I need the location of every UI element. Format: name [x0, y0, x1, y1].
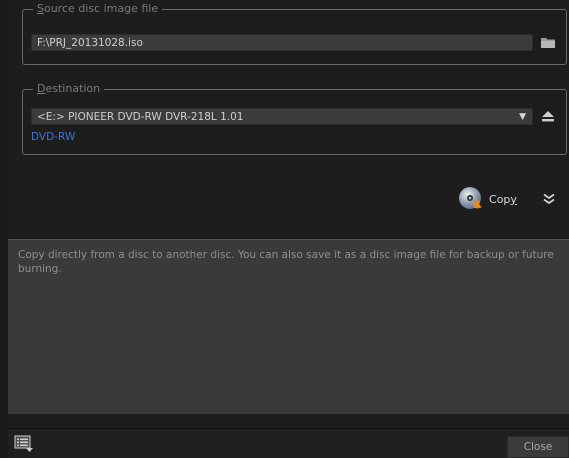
close-button[interactable]: Close [507, 436, 569, 458]
copy-label: Copy [489, 192, 517, 206]
drive-select-value: <E:> PIONEER DVD-RW DVR-218L 1.01 [37, 111, 244, 123]
copy-button[interactable]: Copy [458, 184, 528, 214]
source-group: Source disc image file F:\PRJ_20131028.i… [22, 2, 567, 65]
double-chevron-down-icon [543, 193, 555, 205]
folder-icon [541, 37, 555, 48]
description-text: Copy directly from a disc to another dis… [18, 249, 554, 275]
log-button[interactable] [13, 434, 35, 454]
source-path-field[interactable]: F:\PRJ_20131028.iso [31, 34, 533, 51]
eject-button[interactable] [539, 107, 557, 125]
footer-bar: Close [8, 428, 569, 458]
disc-copy-icon [459, 187, 482, 209]
log-list-icon [14, 435, 33, 452]
copy-disc-window: Source disc image file F:\PRJ_20131028.i… [8, 0, 569, 458]
description-panel: Copy directly from a disc to another dis… [8, 239, 569, 414]
source-legend: Source disc image file [33, 2, 163, 15]
eject-icon [542, 111, 554, 122]
chevron-down-icon: ▼ [519, 112, 526, 122]
destination-legend: Destination [33, 82, 105, 95]
browse-button[interactable] [538, 32, 558, 52]
destination-group: Destination <E:> PIONEER DVD-RW DVR-218L… [22, 82, 567, 155]
media-type-label: DVD-RW [31, 131, 76, 143]
expand-button[interactable] [541, 191, 557, 207]
drive-select[interactable]: <E:> PIONEER DVD-RW DVR-218L 1.01 ▼ [31, 108, 533, 125]
